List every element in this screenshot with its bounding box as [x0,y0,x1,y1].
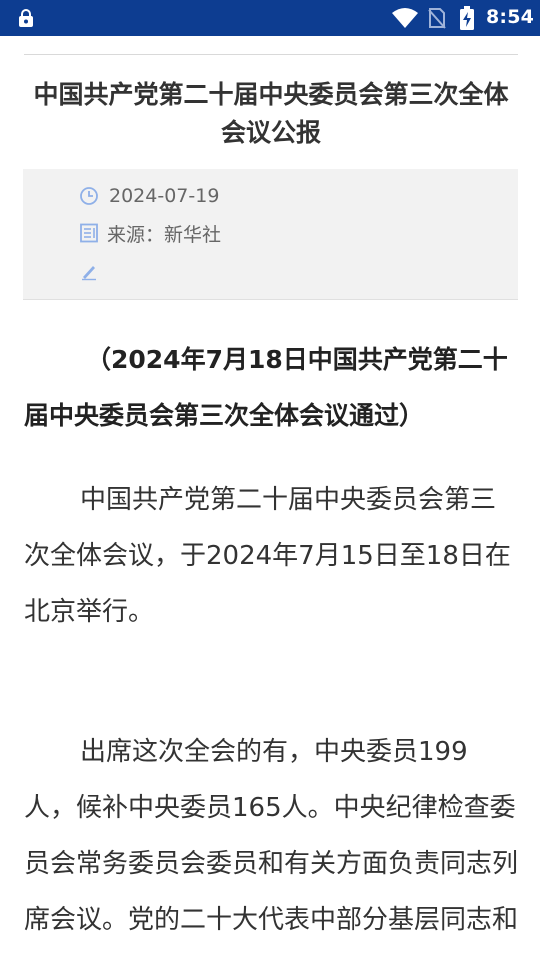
clock-icon [80,187,98,205]
article-meta: 2024-07-19 来源：新华社 [23,169,518,300]
battery-charging-icon [460,6,474,30]
article-title: 中国共产党第二十届中央委员会第三次全体会议公报 [33,80,509,147]
article-subtitle: （2024年7月18日中国共产党第二十届中央委员会第三次全体会议通过） [24,345,508,430]
meta-source: 来源：新华社 [79,220,221,246]
no-sim-icon [428,8,446,29]
paragraph: 出席这次全会的有，中央委员199人，候补中央委员165人。中央纪律检查委员会常务… [24,737,519,935]
meta-author [79,258,109,284]
pen-icon [82,266,96,281]
lock-icon [19,9,33,27]
document-icon [80,223,98,243]
status-bar: 8:54 [0,0,540,36]
article-body: （2024年7月18日中国共产党第二十届中央委员会第三次全体会议通过） 中国共产… [24,332,518,960]
divider [24,54,518,55]
article-source: 来源：新华社 [107,223,222,246]
paragraph: 中国共产党第二十届中央委员会第三次全体会议，于2024年7月15日至18日在北京… [24,485,511,627]
publish-date: 2024-07-19 [109,185,220,207]
status-time: 8:54 [486,6,535,28]
wifi-icon [392,8,418,28]
meta-date: 2024-07-19 [79,183,219,209]
